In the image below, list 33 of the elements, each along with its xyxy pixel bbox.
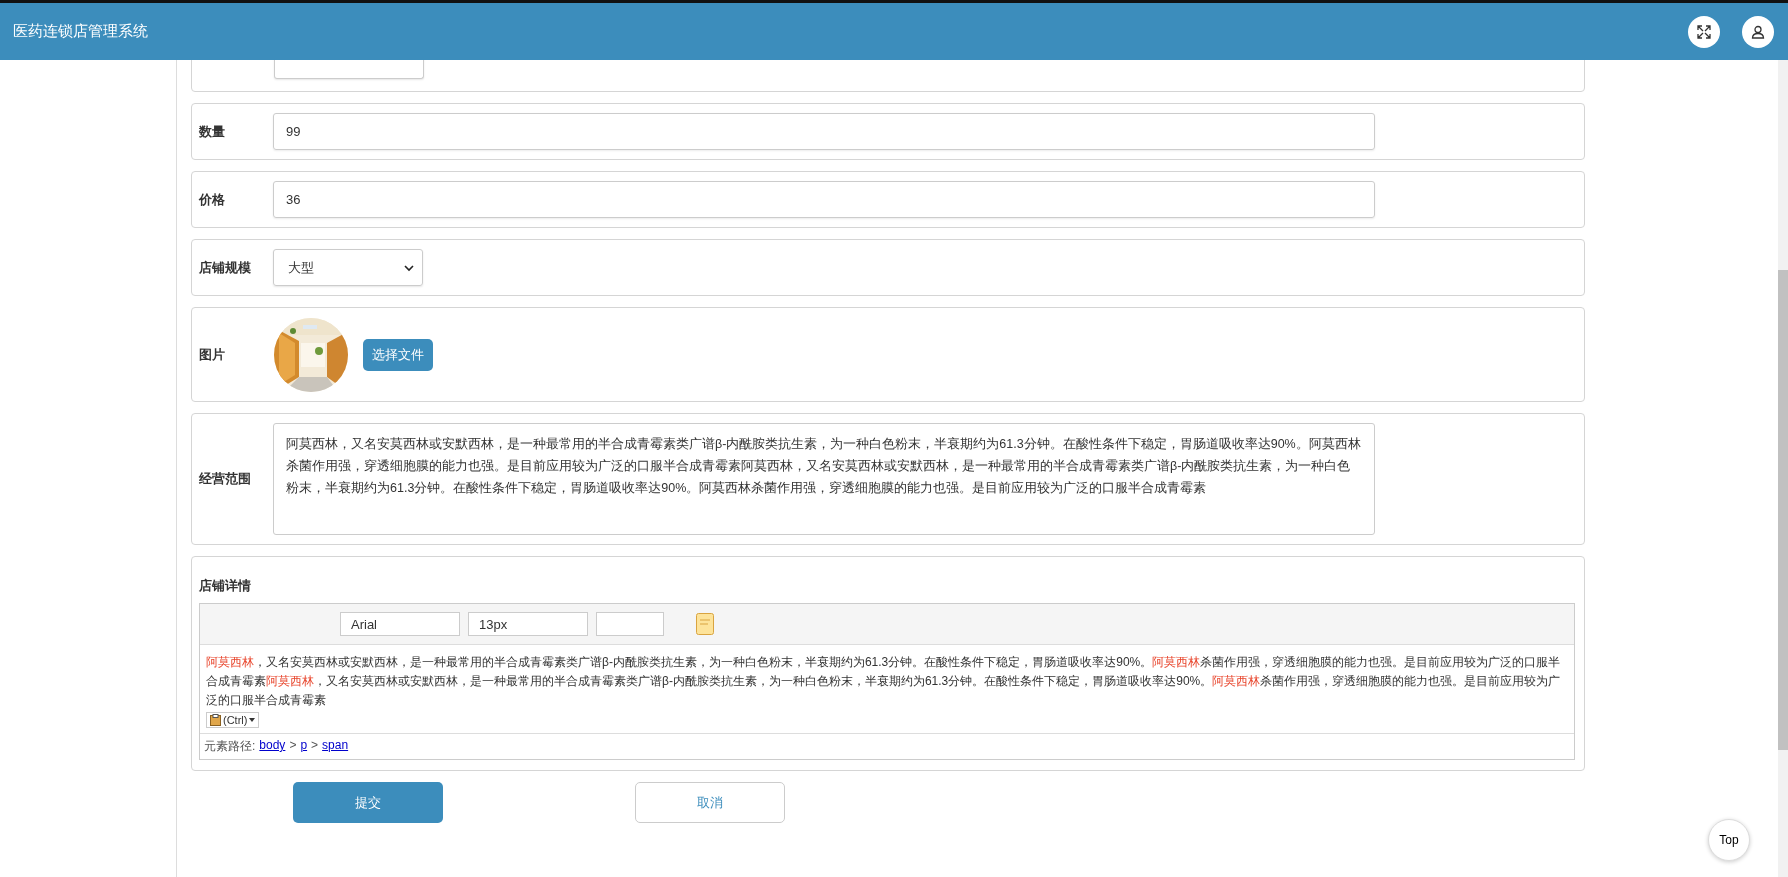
chevron-down-icon [404,263,414,272]
field-label: 图片 [199,345,226,364]
select-field[interactable]: 大型 [273,249,423,286]
field-label: 店铺详情 [199,577,252,595]
path-link[interactable]: span [322,738,349,755]
clipboard-icon [210,714,221,726]
choose-file-button[interactable]: 选择文件 [363,338,433,371]
field-label: 店铺规模 [199,258,252,277]
input-field[interactable]: 99 [273,113,1375,150]
path-link[interactable]: p [300,738,308,755]
path-separator: > [311,738,319,754]
submit-button[interactable]: 提交 [293,782,443,823]
field-label: 价格 [199,190,226,209]
text-area[interactable]: 阿莫西林，又名安莫西林或安默西林，是一种最常用的半合成青霉素类广谱β-内酰胺类抗生素，为一种白色粉末，半衰期约为61.3分钟。在酸性条件下稳定，胃肠道吸收率达90%。阿莫西林杀菌作用强，穿透细胞膜的能力也强。是目前应用较为广泛的口服半合成青霉素阿莫西林，又名安莫西林或安默西林，是一种最常用的半合成青霉素类广谱β-内酰胺类抗生素，为一种白色粉末，半衰期约为61.3分钟。在酸性条件下稳定，胃肠道吸收率达90%。阿莫西林杀菌作用强，穿透细胞膜的能力也强。是目前应用较为广泛的口服半合成青霉素 [273,423,1375,535]
size-select[interactable]: 13px [468,612,588,636]
paste-options-button[interactable]: (Ctrl) [206,712,260,728]
field-label: 经营范围 [199,470,252,488]
field-label: 数量 [199,122,226,141]
rich-text-editor[interactable] [199,603,1575,760]
font-select[interactable]: Arial [340,612,460,636]
scrollbar[interactable] [1778,60,1788,877]
select-field[interactable] [274,58,424,79]
path-link[interactable]: body [259,738,286,755]
path-label: 元素路径: [204,738,256,755]
path-separator: > [289,738,297,754]
fullscreen-icon[interactable] [1688,15,1720,48]
caret-icon [249,718,256,722]
input-field[interactable]: 36 [273,181,1375,218]
back-to-top-button[interactable]: Top [1708,819,1750,861]
cancel-button[interactable]: 取消 [635,782,785,823]
user-icon[interactable] [1742,15,1774,48]
app-title: 医药连锁店管理系统 [13,22,148,41]
editor-paragraph: 阿莫西林，又名安莫西林或安默西林，是一种最常用的半合成青霉素类广谱β-内酰胺类抗生素，为一种白色粉末，半衰期约为61.3分钟。在酸性条件下稳定，胃肠道吸收率达90%。阿莫西林杀菌作用强，穿透细胞膜的能力也强。是目前应用较为广泛的口服半合成青霉素阿莫西林，又名安莫西林或安默西林，是一种最常用的半合成青霉素类广谱β-内酰胺类抗生素，为一种白色粉末，半衰期约为61.3分钟。在酸性条件下稳定，胃肠道吸收率达90%。阿莫西林杀菌作用强，穿透细胞膜的能力也强。是目前应用较为广泛的口服半合成青霉素 [206,654,1562,709]
